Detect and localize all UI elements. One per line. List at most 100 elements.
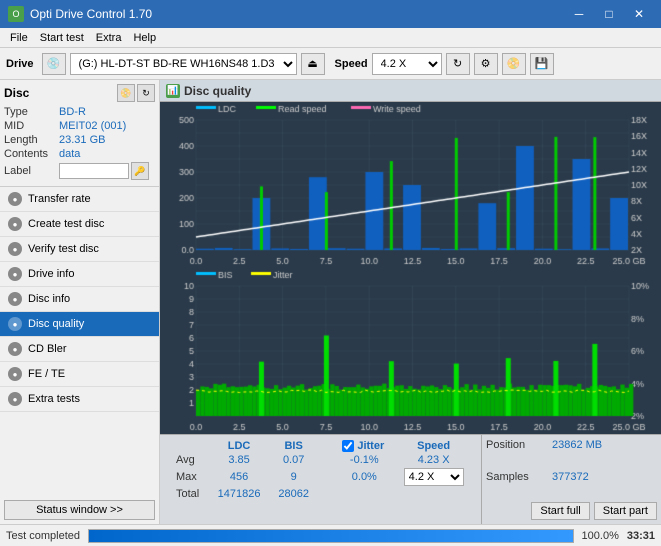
nav-item-disc-info[interactable]: ● Disc info bbox=[0, 287, 159, 312]
status-text: Test completed bbox=[6, 530, 80, 542]
disc-section: Disc 📀 ↻ Type BD-R MID MEIT02 (001) Leng… bbox=[0, 80, 159, 187]
nav-label-cd-bler: CD Bler bbox=[28, 343, 67, 355]
save-button[interactable]: 💾 bbox=[530, 53, 554, 75]
nav-icon-extra-tests: ● bbox=[8, 392, 22, 406]
chart-header-icon: 📊 bbox=[166, 84, 180, 98]
avg-label: Avg bbox=[168, 453, 209, 467]
menu-file[interactable]: File bbox=[4, 31, 34, 45]
jitter-label: Jitter bbox=[357, 440, 384, 452]
eject-button[interactable]: ⏏ bbox=[301, 53, 325, 75]
nav-icon-fe-te: ● bbox=[8, 367, 22, 381]
maximize-button[interactable]: □ bbox=[595, 4, 623, 24]
avg-bis: 0.07 bbox=[270, 453, 318, 467]
bottom-chart-container bbox=[160, 268, 661, 434]
nav-item-disc-quality[interactable]: ● Disc quality bbox=[0, 312, 159, 337]
nav-item-create-test-disc[interactable]: ● Create test disc bbox=[0, 212, 159, 237]
menu-extra[interactable]: Extra bbox=[90, 31, 128, 45]
top-chart-container bbox=[160, 102, 661, 268]
disc-button[interactable]: 📀 bbox=[502, 53, 526, 75]
bis-header: BIS bbox=[270, 439, 318, 453]
max-ldc: 456 bbox=[209, 467, 270, 487]
mid-label: MID bbox=[4, 120, 59, 132]
start-full-button[interactable]: Start full bbox=[531, 502, 589, 520]
position-label: Position bbox=[486, 439, 546, 451]
nav-item-drive-info[interactable]: ● Drive info bbox=[0, 262, 159, 287]
nav-icon-verify-test-disc: ● bbox=[8, 242, 22, 256]
nav-list: ● Transfer rate ● Create test disc ● Verify t… bbox=[0, 187, 159, 412]
drive-toolbar: Drive 💿 (G:) HL-DT-ST BD-RE WH16NS48 1.D… bbox=[0, 48, 661, 80]
mid-value: MEIT02 (001) bbox=[59, 120, 155, 132]
menu-bar: File Start test Extra Help bbox=[0, 28, 661, 48]
avg-ldc: 3.85 bbox=[209, 453, 270, 467]
settings-button[interactable]: ⚙ bbox=[474, 53, 498, 75]
close-button[interactable]: ✕ bbox=[625, 4, 653, 24]
nav-icon-transfer-rate: ● bbox=[8, 192, 22, 206]
speed-select-small[interactable]: 4.2 X bbox=[404, 468, 464, 486]
jitter-checkbox-label[interactable]: Jitter bbox=[342, 440, 386, 452]
title-bar: O Opti Drive Control 1.70 ─ □ ✕ bbox=[0, 0, 661, 28]
contents-value: data bbox=[59, 148, 155, 160]
drive-select[interactable]: (G:) HL-DT-ST BD-RE WH16NS48 1.D3 bbox=[70, 53, 297, 75]
app-icon: O bbox=[8, 6, 24, 22]
app-title: Opti Drive Control 1.70 bbox=[30, 7, 152, 21]
minimize-button[interactable]: ─ bbox=[565, 4, 593, 24]
disc-refresh-btn[interactable]: ↻ bbox=[137, 84, 155, 102]
type-value: BD-R bbox=[59, 106, 155, 118]
nav-label-drive-info: Drive info bbox=[28, 268, 74, 280]
speed-stat-label: Speed bbox=[394, 439, 473, 453]
charts-area bbox=[160, 102, 661, 434]
progress-percent: 100.0% bbox=[582, 530, 619, 542]
label-icon-btn[interactable]: 🔑 bbox=[131, 162, 149, 180]
progress-area: Test completed 100.0% 33:31 bbox=[0, 524, 661, 546]
stats-bar: LDC BIS Jitter Speed bbox=[160, 434, 661, 524]
ldc-header: LDC bbox=[209, 439, 270, 453]
bottom-chart bbox=[160, 268, 661, 434]
progress-bar-fill bbox=[89, 530, 573, 542]
right-panel: 📊 Disc quality LDC bbox=[160, 80, 661, 524]
nav-item-fe-te[interactable]: ●FE / TE bbox=[0, 362, 159, 387]
nav-label-disc-info: Disc info bbox=[28, 293, 70, 305]
drive-label: Drive bbox=[6, 58, 34, 70]
contents-label: Contents bbox=[4, 148, 59, 160]
nav-item-extra-tests[interactable]: ●Extra tests bbox=[0, 387, 159, 412]
label-label: Label bbox=[4, 165, 59, 177]
nav-item-verify-test-disc[interactable]: ● Verify test disc bbox=[0, 237, 159, 262]
drive-icon: 💿 bbox=[42, 53, 66, 75]
left-panel: Disc 📀 ↻ Type BD-R MID MEIT02 (001) Leng… bbox=[0, 80, 160, 524]
nav-item-cd-bler[interactable]: ●CD Bler bbox=[0, 337, 159, 362]
disc-icon-btn[interactable]: 📀 bbox=[117, 84, 135, 102]
top-chart bbox=[160, 102, 661, 268]
refresh-button[interactable]: ↻ bbox=[446, 53, 470, 75]
nav-icon-create-test-disc: ● bbox=[8, 217, 22, 231]
speed-value: 4.23 X bbox=[394, 453, 473, 467]
menu-help[interactable]: Help bbox=[127, 31, 162, 45]
stats-table: LDC BIS Jitter Speed bbox=[160, 435, 481, 524]
samples-label: Samples bbox=[486, 471, 546, 483]
nav-label-disc-quality: Disc quality bbox=[28, 318, 84, 330]
menu-start-test[interactable]: Start test bbox=[34, 31, 90, 45]
status-window-button[interactable]: Status window >> bbox=[4, 500, 155, 520]
nav-item-transfer-rate[interactable]: ● Transfer rate bbox=[0, 187, 159, 212]
jitter-checkbox[interactable] bbox=[342, 440, 354, 452]
label-input[interactable] bbox=[59, 163, 129, 179]
nav-icon-disc-quality: ● bbox=[8, 317, 22, 331]
nav-icon-disc-info: ● bbox=[8, 292, 22, 306]
stats-right: Position 23862 MB Samples 377372 Start f… bbox=[481, 435, 661, 524]
type-label: Type bbox=[4, 106, 59, 118]
total-bis: 28062 bbox=[270, 487, 318, 501]
progress-bar bbox=[88, 529, 574, 543]
chart-title: Disc quality bbox=[184, 84, 251, 98]
speed-select[interactable]: 4.2 X bbox=[372, 53, 442, 75]
disc-section-title: Disc bbox=[4, 86, 29, 100]
length-label: Length bbox=[4, 134, 59, 146]
chart-header: 📊 Disc quality bbox=[160, 80, 661, 102]
nav-label-transfer-rate: Transfer rate bbox=[28, 193, 91, 205]
length-value: 23.31 GB bbox=[59, 134, 155, 146]
time-display: 33:31 bbox=[627, 530, 655, 542]
speed-label: Speed bbox=[335, 58, 368, 70]
nav-label-verify-test-disc: Verify test disc bbox=[28, 243, 99, 255]
nav-label-create-test-disc: Create test disc bbox=[28, 218, 104, 230]
nav-icon-drive-info: ● bbox=[8, 267, 22, 281]
max-jitter: 0.0% bbox=[334, 467, 394, 487]
start-part-button[interactable]: Start part bbox=[594, 502, 657, 520]
